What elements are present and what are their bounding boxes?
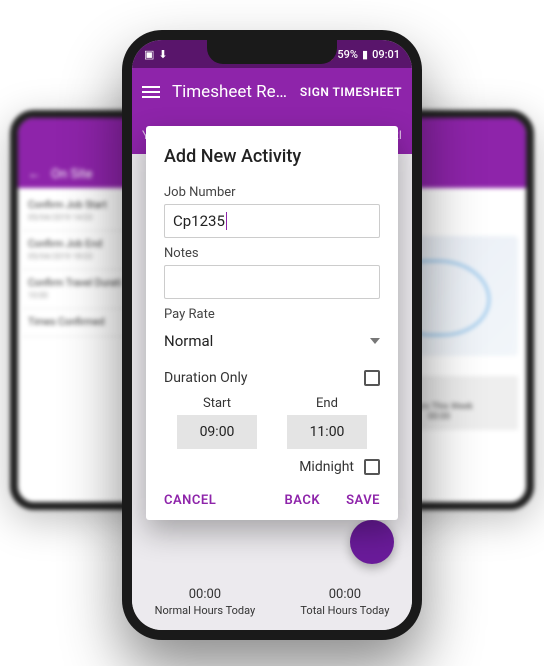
back-button[interactable]: BACK (285, 493, 321, 508)
download-icon: ⬇ (158, 48, 167, 61)
chevron-down-icon (370, 338, 380, 344)
pay-rate-label: Pay Rate (164, 307, 380, 322)
midnight-checkbox[interactable] (364, 459, 380, 475)
add-fab[interactable] (350, 520, 394, 564)
clock-text: 09:01 (372, 48, 400, 61)
total-hours-value: 00:00 (300, 587, 389, 602)
duration-only-label: Duration Only (164, 370, 248, 386)
end-time-button[interactable]: 11:00 (287, 415, 367, 449)
battery-text: 59% (337, 48, 358, 61)
normal-hours-label: Normal Hours Today (155, 604, 256, 617)
sign-timesheet-button[interactable]: SIGN TIMESHEET (300, 85, 402, 99)
midnight-label: Midnight (299, 459, 354, 475)
duration-only-checkbox[interactable] (364, 370, 380, 386)
add-activity-dialog: Add New Activity Job Number Cp1235 Notes… (146, 126, 398, 520)
cancel-button[interactable]: CANCEL (164, 493, 216, 508)
app-bar: Timesheet Re… SIGN TIMESHEET (132, 68, 412, 116)
image-icon: ▣ (144, 48, 154, 61)
page-title: Timesheet Re… (172, 82, 288, 102)
footer-summary: 00:00 Normal Hours Today 00:00 Total Hou… (132, 574, 412, 630)
normal-hours-value: 00:00 (155, 587, 256, 602)
start-time-button[interactable]: 09:00 (177, 415, 257, 449)
notes-input[interactable] (164, 265, 380, 299)
end-label: End (316, 396, 338, 411)
job-number-input[interactable]: Cp1235 (164, 204, 380, 238)
pay-rate-select[interactable]: Normal (164, 326, 380, 360)
phone-notch (207, 40, 337, 64)
save-button[interactable]: SAVE (346, 493, 380, 508)
notes-label: Notes (164, 246, 380, 261)
dialog-title: Add New Activity (164, 146, 380, 167)
menu-icon[interactable] (142, 86, 160, 98)
battery-icon: ▮ (362, 48, 368, 61)
start-label: Start (203, 396, 231, 411)
pay-rate-value: Normal (164, 332, 213, 350)
total-hours-label: Total Hours Today (300, 604, 389, 617)
phone-frame: ▣ ⬇ ᛒ 📳 📶 📶 59% ▮ 09:01 Timesheet Re… SI… (122, 30, 422, 640)
job-number-label: Job Number (164, 185, 380, 200)
phone-screen: ▣ ⬇ ᛒ 📳 📶 📶 59% ▮ 09:01 Timesheet Re… SI… (132, 40, 412, 630)
